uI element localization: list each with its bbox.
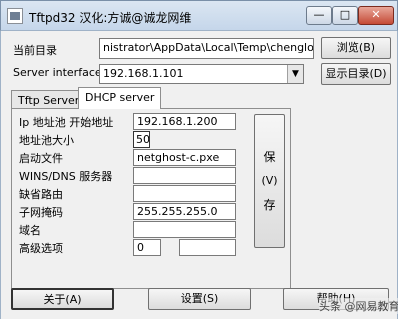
tab-dhcp-server[interactable]: DHCP server xyxy=(78,87,162,109)
chevron-down-icon[interactable]: ▼ xyxy=(287,65,303,83)
maximize-button[interactable]: □ xyxy=(332,6,358,25)
about-button[interactable]: 关于(A) xyxy=(11,288,114,310)
minimize-button[interactable]: — xyxy=(306,6,332,25)
app-icon xyxy=(7,8,23,24)
settings-button[interactable]: 设置(S) xyxy=(148,288,251,310)
wins-dns-label: WINS/DNS 服务器 xyxy=(19,170,113,183)
advanced-option-field-1[interactable]: 0 xyxy=(133,239,161,256)
dhcp-panel: Ip 地址池 开始地址 192.168.1.200 地址池大小 50 启动文件 … xyxy=(11,108,291,289)
main-frame: 当前目录 nistrator\AppData\Local\Temp\chengl… xyxy=(0,31,398,319)
subnet-mask-field[interactable]: 255.255.255.0 xyxy=(133,203,236,220)
ip-pool-label: Ip 地址池 开始地址 xyxy=(19,116,114,129)
watermark: 头条 @网易教育 xyxy=(319,298,398,314)
domain-label: 域名 xyxy=(19,224,41,237)
server-interfaces-value: 192.168.1.101 xyxy=(103,67,184,80)
server-interfaces-label: Server interfaces xyxy=(13,66,108,79)
save-button[interactable]: 保 (V) 存 xyxy=(254,114,285,248)
window-title: Tftpd32 汉化:方诚@诚龙网维 xyxy=(29,11,192,25)
server-interfaces-dropdown[interactable]: 192.168.1.101 ▼ xyxy=(99,64,304,84)
current-dir-field[interactable]: nistrator\AppData\Local\Temp\chenglong xyxy=(99,38,314,59)
default-route-field[interactable] xyxy=(133,185,236,202)
current-dir-label: 当前目录 xyxy=(13,44,57,57)
browse-button[interactable]: 浏览(B) xyxy=(321,37,391,59)
wins-dns-field[interactable] xyxy=(133,167,236,184)
save-label-mid: (V) xyxy=(261,174,278,187)
pool-size-label: 地址池大小 xyxy=(19,134,74,147)
subnet-mask-label: 子网掩码 xyxy=(19,206,63,219)
ip-pool-field[interactable]: 192.168.1.200 xyxy=(133,113,236,130)
pool-size-field[interactable]: 50 xyxy=(133,131,150,148)
show-dir-button[interactable]: 显示目录(D) xyxy=(321,63,391,85)
default-route-label: 缺省路由 xyxy=(19,188,63,201)
advanced-options-label: 高级选项 xyxy=(19,242,63,255)
close-button[interactable]: ✕ xyxy=(358,6,394,25)
domain-field[interactable] xyxy=(133,221,236,238)
boot-file-field[interactable]: netghost-c.pxe xyxy=(133,149,236,166)
title-bar: Tftpd32 汉化:方诚@诚龙网维 — □ ✕ xyxy=(0,0,398,31)
tab-tftp-server[interactable]: Tftp Server xyxy=(11,90,87,109)
save-label-top: 保 xyxy=(263,150,276,164)
advanced-option-field-2[interactable] xyxy=(179,239,236,256)
boot-file-label: 启动文件 xyxy=(19,152,63,165)
save-label-bot: 存 xyxy=(263,198,276,212)
